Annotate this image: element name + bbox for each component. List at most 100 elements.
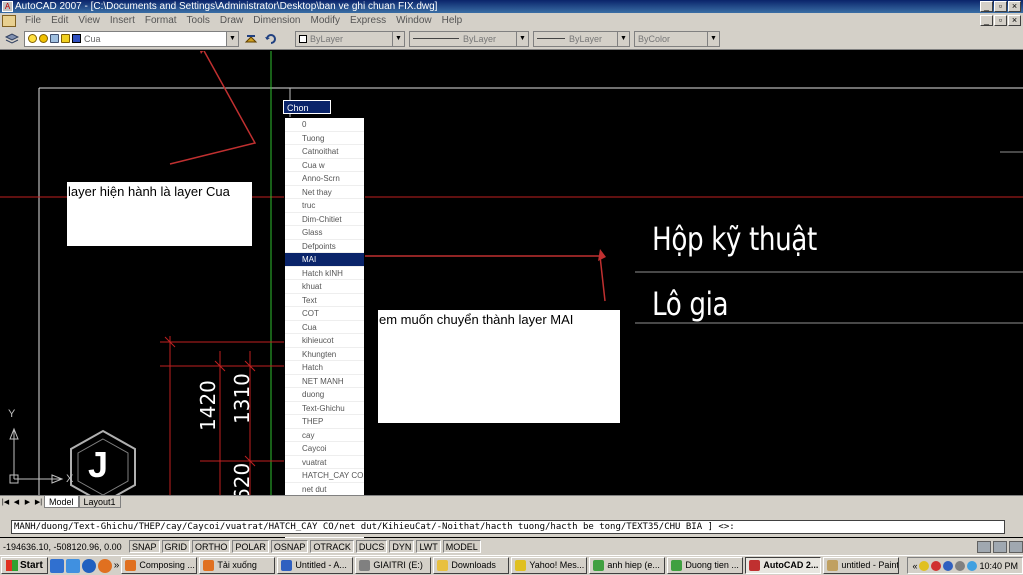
last-tab-button[interactable]: ▶| <box>33 497 44 508</box>
first-tab-button[interactable]: |◀ <box>0 497 11 508</box>
menu-window[interactable]: Window <box>391 15 437 26</box>
grid-toggle[interactable]: GRID <box>161 540 191 553</box>
doc-minimize-button[interactable]: _ <box>980 15 993 26</box>
previous-tab-button[interactable]: ◀ <box>11 497 22 508</box>
explorer-icon[interactable] <box>65 558 80 573</box>
snap-toggle[interactable]: SNAP <box>129 540 160 553</box>
menu-modify[interactable]: Modify <box>306 15 345 26</box>
layer-option[interactable]: Caycoi <box>285 442 364 456</box>
layer-option[interactable]: cay <box>285 429 364 442</box>
messenger-tray-icon[interactable] <box>967 560 978 571</box>
chevron-down-icon[interactable]: ▼ <box>617 31 629 46</box>
lwt-toggle[interactable]: LWT <box>416 540 441 553</box>
taskbar-button[interactable]: AutoCAD 2... <box>745 557 822 574</box>
layer-option[interactable]: Text-Ghichu <box>285 402 364 415</box>
taskbar-button[interactable]: Downloads <box>433 557 510 574</box>
layer-control-combo[interactable]: Cua ▼ <box>24 30 239 47</box>
close-button[interactable]: × <box>1008 1 1021 12</box>
layer-option[interactable]: vuatrat <box>285 456 364 469</box>
antivirus-tray-icon[interactable] <box>931 560 942 571</box>
start-button[interactable]: Start <box>1 557 48 574</box>
polar-toggle[interactable]: POLAR <box>232 540 269 553</box>
layer-option[interactable]: Defpoints <box>285 240 364 253</box>
layer-option[interactable]: Glass <box>285 226 364 240</box>
color-control-combo[interactable]: ByLayer ▼ <box>295 30 405 47</box>
layer-dropdown[interactable]: Chon Layer 0TuongCatnoithatCua wAnno-Scr… <box>283 100 365 554</box>
layer-option[interactable]: Text <box>285 294 364 307</box>
dyn-toggle[interactable]: DYN <box>389 540 415 553</box>
linetype-control-combo[interactable]: ByLayer ▼ <box>409 30 529 47</box>
menu-format[interactable]: Format <box>140 15 182 26</box>
ducs-toggle[interactable]: DUCS <box>355 540 388 553</box>
layer-option[interactable]: Dim-Chitiet <box>285 213 364 226</box>
doc-restore-button[interactable]: ▫ <box>994 15 1007 26</box>
layer-option[interactable]: Hatch <box>285 361 364 375</box>
restore-button[interactable]: ▫ <box>994 1 1007 12</box>
command-line-input[interactable]: MANH/duong/Text-Ghichu/THEP/cay/Caycoi/v… <box>11 520 1005 534</box>
layer-option[interactable]: NET MANH <box>285 375 364 388</box>
layer-option[interactable]: Cua <box>285 321 364 334</box>
layer-manager-icon[interactable] <box>4 31 20 47</box>
menu-edit[interactable]: Edit <box>46 15 73 26</box>
clean-screen-icon[interactable] <box>1009 540 1023 553</box>
layer-option[interactable]: kihieucot <box>285 334 364 348</box>
menu-dimension[interactable]: Dimension <box>248 15 305 26</box>
taskbar-button[interactable]: Yahoo! Mes... <box>511 557 588 574</box>
chevron-down-icon[interactable]: ▼ <box>516 31 528 46</box>
ortho-toggle[interactable]: ORTHO <box>192 540 231 553</box>
chevron-down-icon[interactable]: ▼ <box>707 31 719 46</box>
quicklaunch-more-icon[interactable]: » <box>114 560 120 571</box>
model-toggle[interactable]: MODEL <box>442 540 481 553</box>
lineweight-control-combo[interactable]: ByLayer ▼ <box>533 30 630 47</box>
menu-draw[interactable]: Draw <box>215 15 248 26</box>
layer-option[interactable]: MAI <box>285 253 364 267</box>
layer-option[interactable]: Tuong <box>285 132 364 145</box>
network-tray-icon[interactable] <box>943 560 954 571</box>
layer-option[interactable]: COT <box>285 307 364 321</box>
volume-tray-icon[interactable] <box>955 560 966 571</box>
chevron-down-icon[interactable]: ▼ <box>392 31 404 46</box>
layer-option[interactable]: duong <box>285 388 364 402</box>
taskbar-button[interactable]: Duong tien ... <box>667 557 744 574</box>
tab-layout1[interactable]: Layout1 <box>78 496 121 508</box>
show-desktop-icon[interactable] <box>49 558 64 573</box>
layer-option[interactable]: Catnoithat <box>285 145 364 159</box>
layer-previous-icon[interactable] <box>263 31 279 47</box>
make-object-layer-current-icon[interactable] <box>243 31 259 47</box>
layer-option[interactable]: Net thay <box>285 186 364 199</box>
layer-option[interactable]: khuat <box>285 280 364 294</box>
drawing-canvas[interactable]: layer hiện hành là layer Cua em muốn chu… <box>0 51 1023 495</box>
firefox-icon[interactable] <box>97 558 112 573</box>
next-tab-button[interactable]: ▶ <box>22 497 33 508</box>
otrack-toggle[interactable]: OTRACK <box>310 540 354 553</box>
layer-option[interactable]: 0 <box>285 118 364 132</box>
lock-toolbar-icon[interactable] <box>993 540 1007 553</box>
menu-tools[interactable]: Tools <box>182 15 215 26</box>
taskbar-button[interactable]: untitled - Paint <box>823 557 900 574</box>
doc-close-button[interactable]: × <box>1008 15 1021 26</box>
layer-option[interactable]: Hatch kINH <box>285 267 364 280</box>
taskbar-button[interactable]: anh hiep (e... <box>589 557 666 574</box>
internet-explorer-icon[interactable] <box>81 558 96 573</box>
chevron-down-icon[interactable]: ▼ <box>226 31 238 46</box>
layer-option[interactable]: Khungten <box>285 348 364 361</box>
menu-file[interactable]: File <box>20 15 46 26</box>
menu-help[interactable]: Help <box>437 15 468 26</box>
minimize-button[interactable]: _ <box>980 1 993 12</box>
layer-option[interactable]: HATCH_CAY CO <box>285 469 364 483</box>
menu-express[interactable]: Express <box>345 15 391 26</box>
layer-option[interactable]: Cua w <box>285 159 364 172</box>
layer-dropdown-list[interactable]: 0 Tuong Catnoithat Cua w Anno-Scrn Net thay tr… <box>284 117 365 554</box>
layer-option[interactable]: Anno-Scrn <box>285 172 364 186</box>
taskbar-button[interactable]: Untitled - A... <box>277 557 354 574</box>
layer-option[interactable]: net dut <box>285 483 364 496</box>
menu-insert[interactable]: Insert <box>105 15 140 26</box>
coordinates-readout[interactable]: -194636.10, -508120.96, 0.00 <box>3 542 127 552</box>
layer-option[interactable]: truc <box>285 199 364 213</box>
autocad-app-icon[interactable]: A <box>2 1 13 12</box>
osnap-toggle[interactable]: OSNAP <box>270 540 309 553</box>
tab-model[interactable]: Model <box>44 496 79 508</box>
tray-expand-icon[interactable]: « <box>912 561 917 571</box>
document-icon[interactable] <box>2 14 16 27</box>
yahoo-tray-icon[interactable] <box>919 560 930 571</box>
